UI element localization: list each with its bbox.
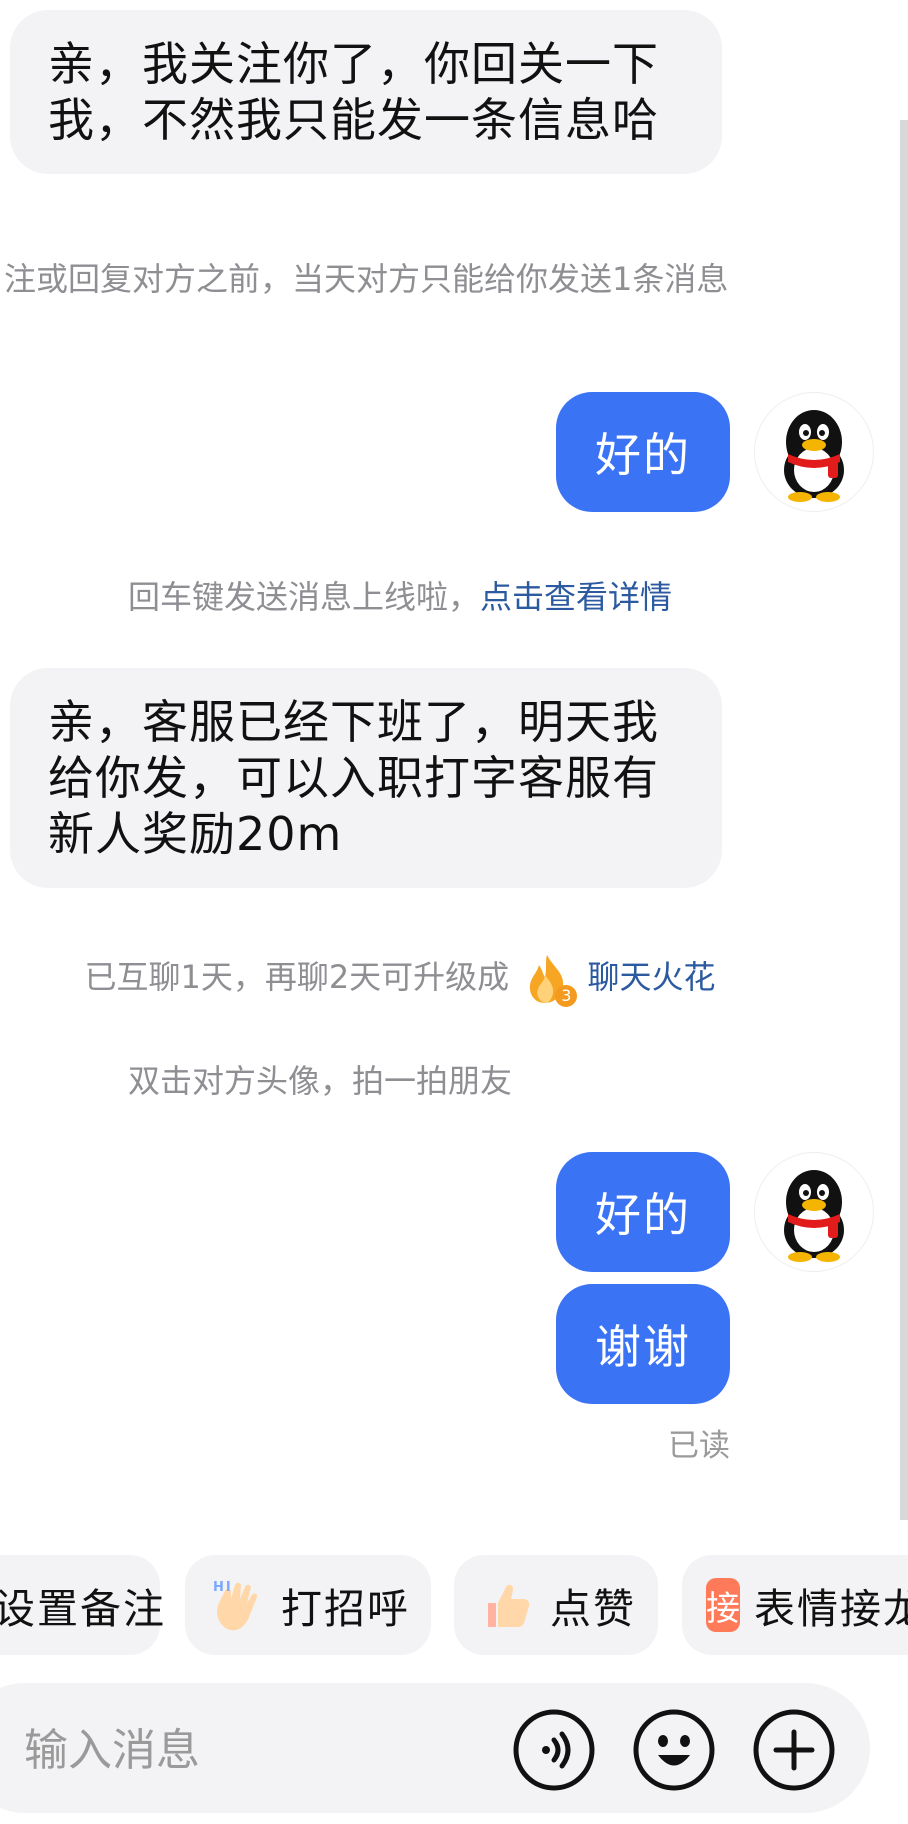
incoming-message-bubble[interactable]: 亲，客服已经下班了，明天我给你发，可以入职打字客服有新人奖励20m <box>10 668 722 888</box>
chat-spark-link[interactable]: 聊天火花 <box>588 958 716 996</box>
poke-tip-text: 双击对方头像，拍一拍朋友 <box>127 1062 512 1100</box>
enter-key-notice: 回车键发送消息上线啦，点击查看详情 <box>0 572 800 618</box>
emoji-button[interactable] <box>632 1708 716 1792</box>
outgoing-message-bubble[interactable]: 好的 <box>556 1152 730 1272</box>
qq-penguin-icon <box>784 1170 844 1262</box>
scroll-bar[interactable] <box>900 120 908 1520</box>
thumbs-up-icon <box>488 1584 530 1627</box>
sticker-relay-badge: 接 <box>706 1578 740 1632</box>
plus-icon <box>753 1709 835 1791</box>
chat-spark-notice: 已互聊1天，再聊2天可升级成 3 聊天火花 <box>0 952 800 1007</box>
message-text: 亲，客服已经下班了，明天我给你发，可以入职打字客服有新人奖励20m <box>48 695 659 861</box>
voice-icon <box>513 1709 595 1791</box>
poke-tip: 双击对方头像，拍一拍朋友 <box>0 1056 640 1102</box>
chat-spark-notice-text: 已互聊1天，再聊2天可升级成 <box>84 958 510 996</box>
voice-button[interactable] <box>512 1708 596 1792</box>
more-button[interactable] <box>752 1708 836 1792</box>
svg-text:HI: HI <box>213 1580 233 1595</box>
set-remark-label: 设置备注 <box>0 1585 166 1633</box>
follow-limit-notice-text: 注或回复对方之前，当天对方只能给你发送1条消息 <box>4 260 729 298</box>
quick-action-bar: 设置备注 HI 打招呼 点赞 接 表情接龙 <box>0 1555 908 1655</box>
incoming-message-bubble[interactable]: 亲，我关注你了，你回关一下我，不然我只能发一条信息哈 <box>10 10 722 174</box>
my-avatar[interactable] <box>754 1152 874 1272</box>
outgoing-message-bubble[interactable]: 谢谢 <box>556 1284 730 1404</box>
message-text: 谢谢 <box>595 1320 691 1374</box>
message-input[interactable] <box>22 1710 476 1792</box>
qq-penguin-icon <box>784 410 844 502</box>
follow-limit-notice: 注或回复对方之前，当天对方只能给你发送1条消息 <box>4 254 804 300</box>
read-status: 已读 <box>668 1428 730 1464</box>
flame-icon: 3 <box>523 953 578 1007</box>
my-avatar[interactable] <box>754 392 874 512</box>
sticker-relay-label: 表情接龙 <box>754 1585 908 1633</box>
spark-level-badge: 3 <box>555 985 578 1007</box>
like-label: 点赞 <box>550 1585 636 1633</box>
waving-hand-icon: HI <box>213 1580 258 1631</box>
enter-key-notice-text: 回车键发送消息上线啦， <box>127 578 480 616</box>
view-details-link[interactable]: 点击查看详情 <box>480 578 672 616</box>
message-text: 亲，我关注你了，你回关一下我，不然我只能发一条信息哈 <box>48 37 659 147</box>
sticker-relay-chip[interactable]: 接 表情接龙 <box>682 1555 908 1655</box>
set-remark-chip[interactable]: 设置备注 <box>0 1555 164 1655</box>
message-text: 好的 <box>595 428 691 482</box>
message-text: 好的 <box>595 1188 691 1242</box>
greet-chip[interactable]: HI 打招呼 <box>185 1555 431 1655</box>
greet-label: 打招呼 <box>281 1585 410 1633</box>
emoji-icon <box>633 1709 715 1791</box>
outgoing-message-bubble[interactable]: 好的 <box>556 392 730 512</box>
like-chip[interactable]: 点赞 <box>454 1555 658 1655</box>
